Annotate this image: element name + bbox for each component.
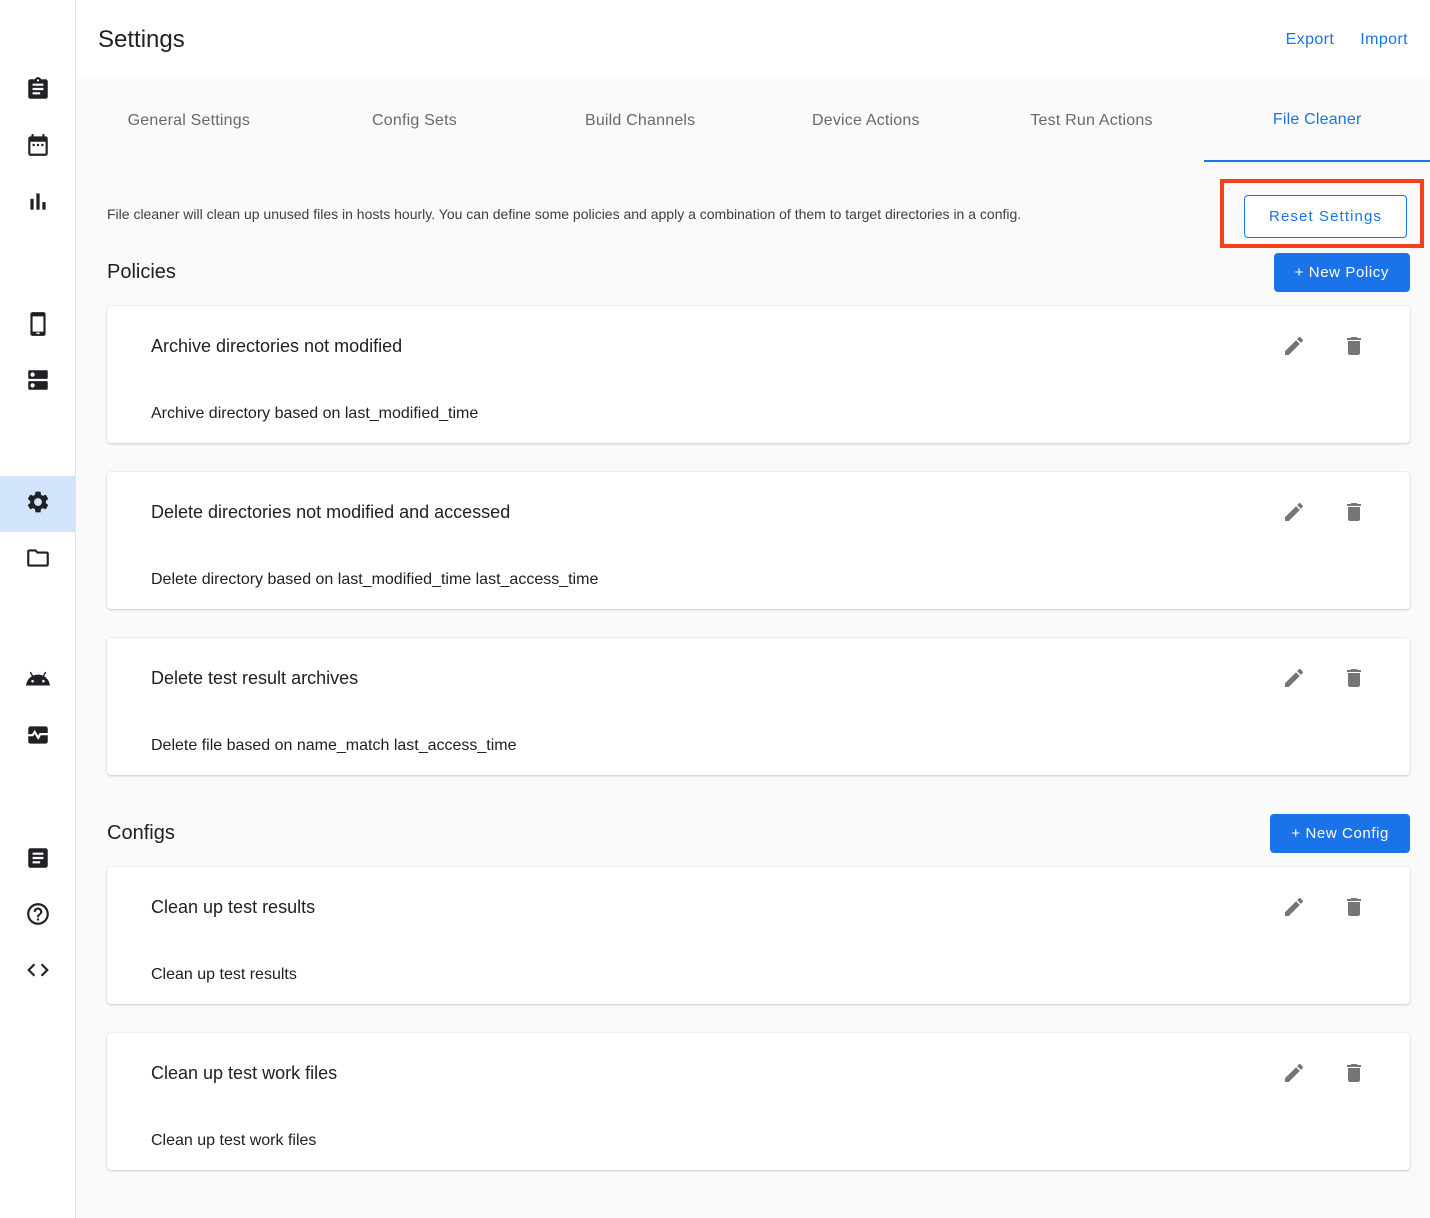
policy-description: Delete directory based on last_modified_… — [151, 570, 1366, 589]
delete-config-button[interactable] — [1342, 895, 1366, 919]
article-icon — [25, 845, 51, 876]
config-list: Clean up test results Clean up test resu… — [107, 867, 1410, 1170]
sidebar-item-android[interactable] — [0, 653, 75, 709]
edit-pencil-icon — [1282, 346, 1306, 361]
tab-device-actions[interactable]: Device Actions — [753, 79, 979, 162]
new-config-button[interactable]: + New Config — [1270, 814, 1410, 853]
sidebar-item-settings[interactable] — [0, 476, 75, 532]
sidebar-item-test-plans[interactable] — [0, 63, 75, 119]
sidebar-item-reports[interactable] — [0, 175, 75, 231]
page-title: Settings — [98, 26, 185, 54]
configs-heading: Configs — [107, 822, 175, 845]
code-icon — [25, 957, 51, 988]
edit-pencil-icon — [1282, 678, 1306, 693]
sidebar-item-dev-tools[interactable] — [0, 944, 75, 1000]
help-icon — [25, 901, 51, 932]
bar-chart-icon — [25, 188, 51, 219]
edit-pencil-icon — [1282, 1073, 1306, 1088]
delete-policy-button[interactable] — [1342, 500, 1366, 524]
new-policy-button[interactable]: + New Policy — [1274, 253, 1410, 292]
export-link[interactable]: Export — [1286, 31, 1335, 49]
reset-settings-button[interactable]: Reset Settings — [1244, 195, 1407, 238]
android-icon — [25, 666, 51, 697]
sidebar — [0, 0, 76, 1218]
trash-icon — [1342, 512, 1366, 527]
policy-card: Delete test result archives Delete file … — [107, 638, 1410, 775]
tab-config-sets[interactable]: Config Sets — [302, 79, 528, 162]
page-header: Settings Export Import — [76, 0, 1430, 79]
clipboard-icon — [25, 76, 51, 107]
smartphone-icon — [25, 311, 51, 342]
config-card: Clean up test results Clean up test resu… — [107, 867, 1410, 1004]
sidebar-item-help[interactable] — [0, 888, 75, 944]
config-description: Clean up test work files — [151, 1131, 1366, 1150]
tab-file-cleaner[interactable]: File Cleaner — [1204, 79, 1430, 162]
policy-title: Delete directories not modified and acce… — [151, 500, 510, 524]
delete-config-button[interactable] — [1342, 1061, 1366, 1085]
app-window: Settings Export Import General Settings … — [0, 0, 1430, 1218]
trash-icon — [1342, 678, 1366, 693]
dns-icon — [25, 367, 51, 398]
settings-tabbar: General Settings Config Sets Build Chann… — [76, 79, 1430, 162]
edit-config-button[interactable] — [1282, 895, 1306, 919]
policy-title: Delete test result archives — [151, 666, 358, 690]
edit-pencil-icon — [1282, 907, 1306, 922]
policies-heading: Policies — [107, 261, 176, 284]
annotation-highlight-box: Reset Settings — [1220, 179, 1424, 248]
file-cleaner-panel: File cleaner will clean up unused files … — [76, 162, 1430, 1199]
policy-card: Delete directories not modified and acce… — [107, 472, 1410, 609]
config-title: Clean up test results — [151, 895, 315, 919]
trash-icon — [1342, 346, 1366, 361]
config-description: Clean up test results — [151, 965, 1366, 984]
sidebar-item-schedule[interactable] — [0, 119, 75, 175]
tab-general-settings[interactable]: General Settings — [76, 79, 302, 162]
policy-title: Archive directories not modified — [151, 334, 402, 358]
policy-description: Archive directory based on last_modified… — [151, 404, 1366, 423]
header-actions: Export Import — [1286, 31, 1408, 49]
settings-gear-icon — [25, 489, 51, 520]
sidebar-item-file-browser[interactable] — [0, 532, 75, 588]
file-cleaner-description: File cleaner will clean up unused files … — [107, 204, 1220, 224]
edit-pencil-icon — [1282, 512, 1306, 527]
trash-icon — [1342, 1073, 1366, 1088]
policy-list: Archive directories not modified Archive… — [107, 306, 1410, 775]
policy-card: Archive directories not modified Archive… — [107, 306, 1410, 443]
sidebar-item-logs[interactable] — [0, 832, 75, 888]
edit-policy-button[interactable] — [1282, 666, 1306, 690]
folder-icon — [25, 545, 51, 576]
configs-section-header: Configs + New Config — [107, 813, 1410, 853]
pulse-monitor-icon — [25, 722, 51, 753]
policy-description: Delete file based on name_match last_acc… — [151, 736, 1366, 755]
config-card: Clean up test work files Clean up test w… — [107, 1033, 1410, 1170]
calendar-icon — [25, 132, 51, 163]
tab-test-run-actions[interactable]: Test Run Actions — [979, 79, 1205, 162]
edit-policy-button[interactable] — [1282, 500, 1306, 524]
policies-section-header: Policies + New Policy — [107, 252, 1410, 292]
sidebar-item-hosts[interactable] — [0, 354, 75, 410]
tab-build-channels[interactable]: Build Channels — [527, 79, 753, 162]
import-link[interactable]: Import — [1360, 31, 1408, 49]
config-title: Clean up test work files — [151, 1061, 337, 1085]
sidebar-item-monitoring[interactable] — [0, 709, 75, 765]
edit-config-button[interactable] — [1282, 1061, 1306, 1085]
sidebar-item-devices[interactable] — [0, 298, 75, 354]
main-panel: Settings Export Import General Settings … — [76, 0, 1430, 1218]
edit-policy-button[interactable] — [1282, 334, 1306, 358]
delete-policy-button[interactable] — [1342, 334, 1366, 358]
trash-icon — [1342, 907, 1366, 922]
delete-policy-button[interactable] — [1342, 666, 1366, 690]
